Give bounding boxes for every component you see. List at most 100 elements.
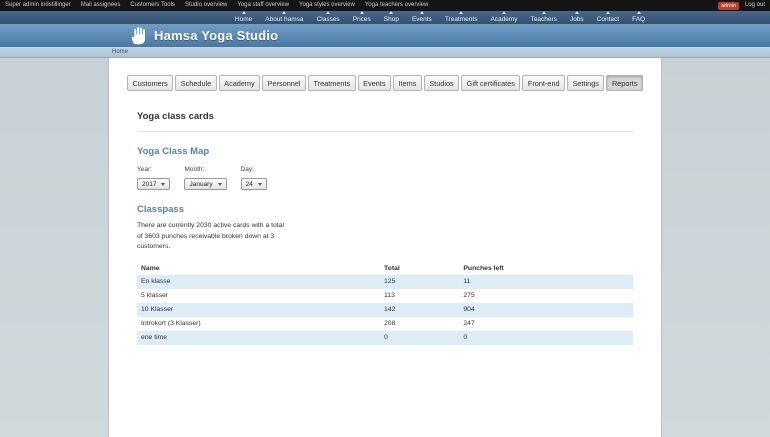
page-title: Yoga class cards (137, 111, 633, 132)
caret-up-icon (459, 11, 464, 14)
caret-up-icon (326, 11, 331, 14)
cell-punches-left: 11 (463, 278, 471, 286)
caret-up-icon (636, 11, 641, 14)
nav-item-about-hamsa[interactable]: About hamsa (265, 11, 304, 23)
nav-item-events[interactable]: Events (412, 11, 432, 23)
cell-name: ene time (141, 334, 168, 342)
nav-item-faq[interactable]: FAQ (632, 11, 645, 23)
nav-label: Prices (352, 15, 371, 23)
tab-personnel[interactable]: Personnel (262, 75, 307, 91)
nav-label: Events (411, 15, 432, 23)
admin-bar-links: Super admin indstillinger Mail assignees… (5, 0, 428, 11)
nav-item-jobs[interactable]: Jobs (570, 11, 584, 23)
nav-item-treatments[interactable]: Treatments (444, 11, 478, 23)
nav-item-classes[interactable]: Classes (317, 11, 340, 23)
caret-down-icon (217, 182, 222, 186)
tab-gift-certificates[interactable]: Gift certificates (461, 75, 521, 91)
cell-total: 142 (384, 306, 396, 314)
admin-link-yoga-styles-overview[interactable]: Yoga styles overview (299, 0, 355, 11)
day-filter: Day: 24 (240, 166, 267, 190)
caret-down-icon (161, 182, 166, 186)
cell-total: 208 (384, 320, 396, 328)
caret-up-icon (359, 11, 364, 14)
section-heading-classpass: Classpass (137, 204, 185, 215)
tab-settings[interactable]: Settings (567, 75, 605, 91)
col-header-name: Name (141, 264, 160, 272)
cell-punches-left: 904 (463, 306, 475, 314)
caret-up-icon (419, 11, 424, 14)
caret-up-icon (541, 11, 546, 14)
site-title: Hamsa Yoga Studio (154, 28, 279, 43)
col-header-total: Total (384, 264, 400, 272)
table-row: 10 Klasser 142 904 (137, 302, 633, 317)
logout-link[interactable]: Log out (745, 0, 765, 11)
nav-label: FAQ (632, 15, 646, 23)
tab-customers[interactable]: Customers (127, 75, 174, 91)
tab-reports[interactable]: Reports (606, 75, 643, 91)
month-filter: Month: January (184, 166, 227, 190)
cell-name: 10 Klasser (141, 306, 174, 314)
admin-link-customers-tools[interactable]: Customers Tools (130, 0, 175, 11)
tab-front-end[interactable]: Front-end (522, 75, 566, 91)
caret-up-icon (605, 11, 610, 14)
cell-punches-left: 0 (463, 334, 468, 342)
year-select[interactable]: 2017 (137, 178, 171, 190)
admin-bar-right: admin Log out (717, 0, 765, 11)
caret-down-icon (257, 182, 262, 186)
nav-item-shop[interactable]: Shop (384, 11, 399, 23)
cell-name: En klasse (141, 278, 171, 286)
nav-item-teachers[interactable]: Teachers (531, 11, 557, 23)
nav-label: About hamsa (265, 15, 304, 23)
caret-up-icon (389, 11, 394, 14)
tab-academy[interactable]: Academy (218, 75, 261, 91)
cell-punches-left: 275 (463, 292, 475, 300)
nav-label: Treatments (444, 15, 478, 23)
nav-item-contact[interactable]: Contact (597, 11, 619, 23)
cell-total: 0 (384, 334, 388, 342)
tab-events[interactable]: Events (357, 75, 391, 91)
main-nav: Home About hamsa Classes Prices Shop Eve… (0, 11, 770, 24)
day-select[interactable]: 24 (240, 178, 267, 190)
tab-treatments[interactable]: Treatments (308, 75, 356, 91)
cell-total: 113 (384, 292, 395, 300)
admin-link-mail-assignees[interactable]: Mail assignees (81, 0, 121, 11)
hamsa-hand-icon (130, 26, 147, 45)
nav-label: Jobs (569, 15, 584, 23)
nav-label: Home (234, 15, 253, 23)
classpass-summary: There are currently 2030 active cards wi… (137, 222, 284, 251)
admin-link-yoga-teachers-overview[interactable]: Yoga teachers overview (365, 0, 428, 11)
admin-link-yoga-staff-overview[interactable]: Yoga staff overview (237, 0, 289, 11)
cell-name: Introkort (3 Klasser) (141, 320, 201, 328)
tab-studios[interactable]: Studios (423, 75, 460, 91)
caret-up-icon (282, 11, 287, 14)
month-select-value: January (189, 180, 213, 188)
month-select[interactable]: January (184, 178, 227, 190)
breadcrumb-home-link[interactable]: Home (112, 49, 128, 55)
table-header-row: Name Total Punches left (137, 262, 633, 275)
day-select-value: 24 (245, 180, 253, 188)
page-background: Customers Schedule Academy Personnel Tre… (0, 58, 770, 437)
admin-role-badge: admin (717, 1, 739, 10)
admin-bar: Super admin indstillinger Mail assignees… (0, 0, 770, 11)
table-row: En klasse 125 11 (137, 274, 633, 289)
date-filter-row: Year: 2017 Month: January Day: 24 (137, 166, 633, 190)
year-filter: Year: 2017 (137, 166, 171, 190)
month-label: Month: (184, 166, 205, 173)
tab-schedule[interactable]: Schedule (175, 75, 217, 91)
col-header-punches-left: Punches left (463, 264, 504, 272)
tab-items[interactable]: Items (392, 75, 422, 91)
content-card: Customers Schedule Academy Personnel Tre… (108, 58, 662, 437)
year-label: Year: (137, 166, 152, 173)
cell-total: 125 (384, 278, 396, 286)
admin-link-studio-overview[interactable]: Studio overview (185, 0, 227, 11)
nav-label: Contact (596, 15, 620, 23)
nav-item-prices[interactable]: Prices (353, 11, 371, 23)
cell-name: 5 klasser (141, 292, 169, 300)
nav-item-home[interactable]: Home (235, 11, 252, 23)
nav-item-academy[interactable]: Academy (490, 11, 518, 23)
year-select-value: 2017 (142, 180, 157, 188)
admin-link-super-admin[interactable]: Super admin indstillinger (5, 0, 71, 11)
site-header: Hamsa Yoga Studio (0, 24, 770, 47)
breadcrumb: Home (0, 47, 770, 58)
caret-up-icon (502, 11, 506, 14)
